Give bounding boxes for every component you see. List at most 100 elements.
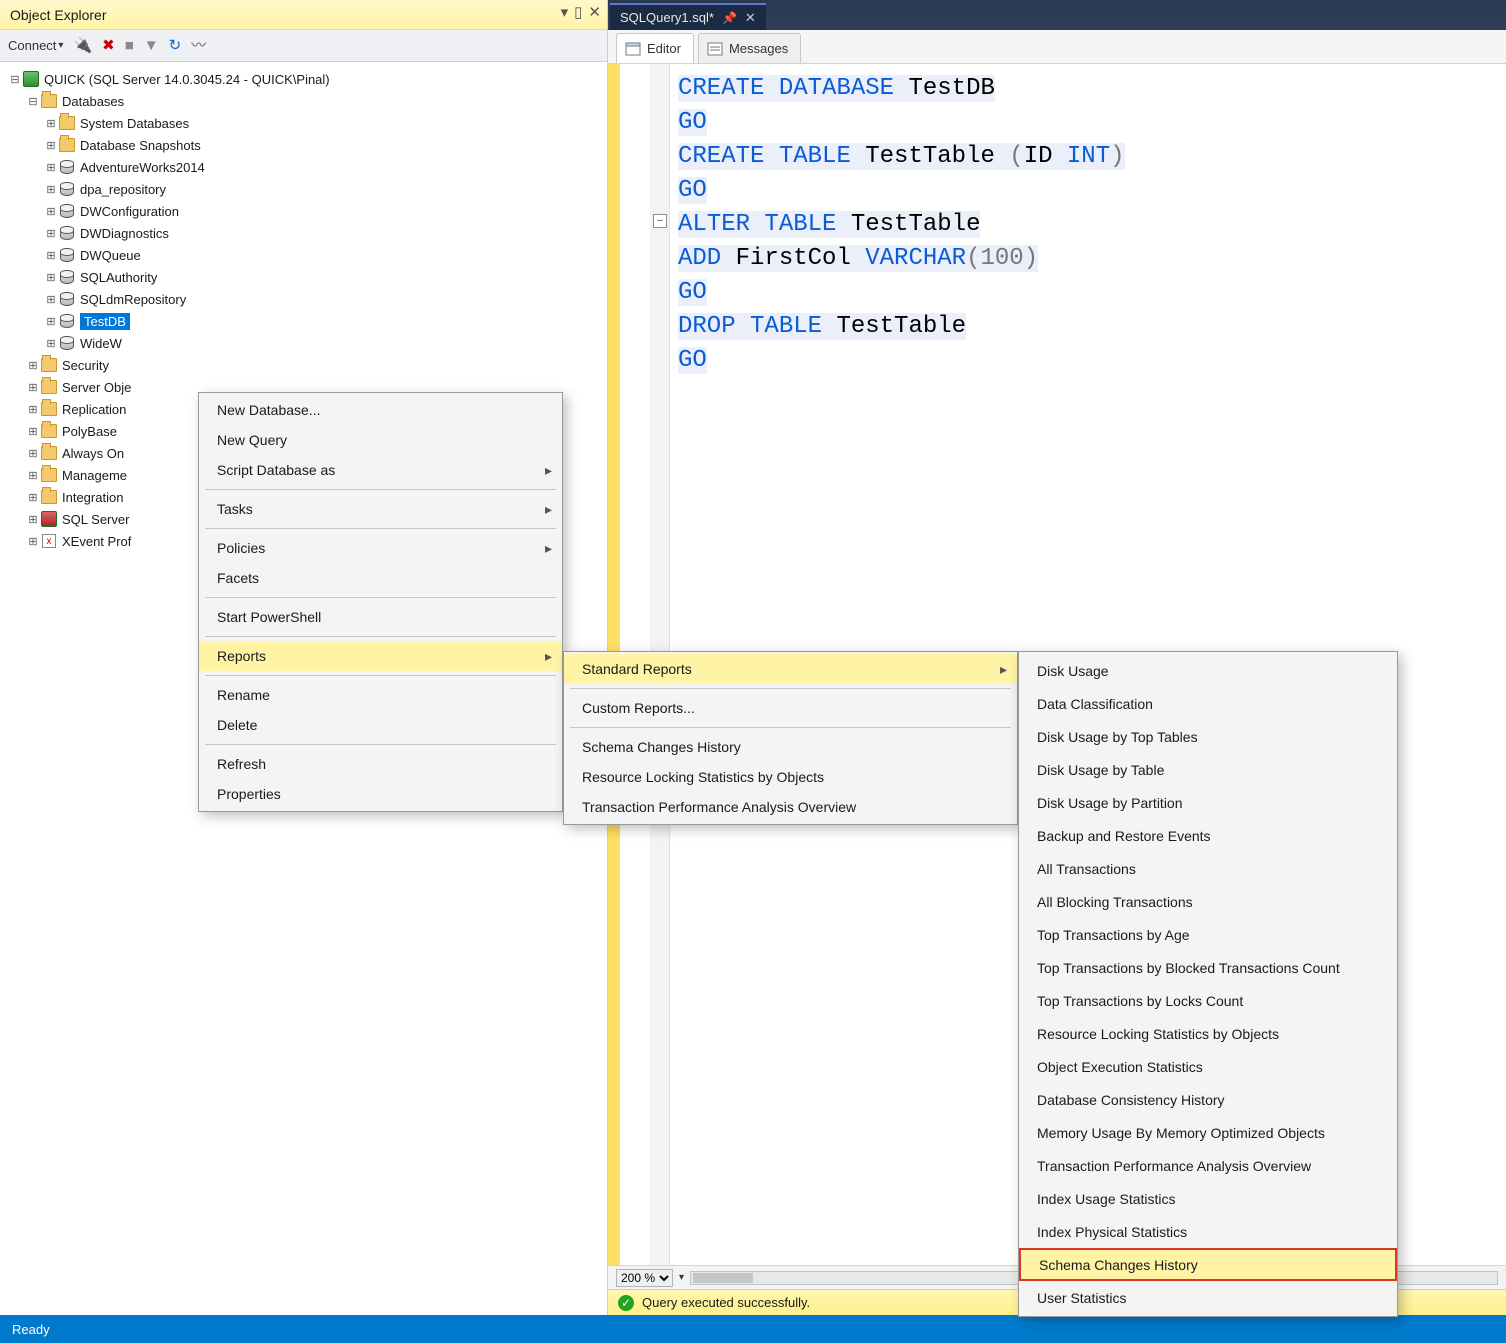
connect-button[interactable]: Connect ▾ bbox=[8, 38, 63, 53]
activity-icon[interactable]: 〰 bbox=[191, 38, 206, 53]
expand-icon[interactable]: ⊞ bbox=[26, 447, 40, 460]
menu-item[interactable]: New Database... bbox=[199, 395, 562, 425]
pin-icon[interactable]: ▯ bbox=[574, 5, 582, 20]
menu-item[interactable]: User Statistics bbox=[1019, 1281, 1397, 1314]
expand-icon[interactable]: ⊞ bbox=[44, 117, 58, 130]
expand-icon[interactable]: ⊞ bbox=[26, 513, 40, 526]
menu-item[interactable]: Index Usage Statistics bbox=[1019, 1182, 1397, 1215]
tree-icon bbox=[58, 246, 76, 264]
expand-icon[interactable]: ⊞ bbox=[44, 293, 58, 306]
menu-item[interactable]: Top Transactions by Locks Count bbox=[1019, 984, 1397, 1017]
menu-item[interactable]: Schema Changes History bbox=[564, 732, 1017, 762]
menu-item[interactable]: Script Database as bbox=[199, 455, 562, 485]
document-close-icon[interactable]: ✕ bbox=[745, 10, 756, 26]
fold-toggle[interactable]: − bbox=[653, 214, 667, 228]
context-menu-standard-reports[interactable]: Disk UsageData ClassificationDisk Usage … bbox=[1018, 651, 1398, 1317]
tree-label: Database Snapshots bbox=[80, 138, 201, 153]
expand-icon[interactable]: ⊞ bbox=[44, 227, 58, 240]
vs-status-bar: Ready bbox=[0, 1315, 1506, 1343]
expand-icon[interactable]: ⊞ bbox=[26, 491, 40, 504]
tree-node[interactable]: ⊞SQLAuthority bbox=[4, 266, 603, 288]
expand-icon[interactable]: ⊞ bbox=[44, 315, 58, 328]
menu-item[interactable]: Top Transactions by Age bbox=[1019, 918, 1397, 951]
zoom-select[interactable]: 200 % bbox=[616, 1269, 673, 1287]
refresh-icon[interactable]: ↻ bbox=[169, 38, 182, 53]
menu-item[interactable]: Facets bbox=[199, 563, 562, 593]
tree-node[interactable]: ⊞Security bbox=[4, 354, 603, 376]
expand-icon[interactable]: ⊞ bbox=[26, 535, 40, 548]
menu-item[interactable]: Reports bbox=[199, 641, 562, 671]
context-menu-reports[interactable]: Standard Reports Custom Reports... Schema … bbox=[563, 651, 1018, 825]
expand-icon[interactable]: ⊞ bbox=[26, 403, 40, 416]
tree-icon bbox=[40, 444, 58, 462]
expand-icon[interactable]: ⊞ bbox=[44, 161, 58, 174]
menu-item[interactable]: Disk Usage by Table bbox=[1019, 753, 1397, 786]
tab-messages[interactable]: Messages bbox=[698, 33, 801, 63]
expand-icon[interactable]: ⊟ bbox=[8, 73, 22, 86]
menu-item[interactable]: Transaction Performance Analysis Overvie… bbox=[1019, 1149, 1397, 1182]
menu-item[interactable]: Resource Locking Statistics by Objects bbox=[564, 762, 1017, 792]
document-tab[interactable]: SQLQuery1.sql* 📌 ✕ bbox=[610, 3, 766, 30]
close-icon[interactable]: ✕ bbox=[588, 5, 601, 20]
expand-icon[interactable]: ⊞ bbox=[44, 205, 58, 218]
menu-item[interactable]: Delete bbox=[199, 710, 562, 740]
menu-item[interactable]: Rename bbox=[199, 680, 562, 710]
inner-tabstrip: Editor Messages bbox=[608, 30, 1506, 64]
filter-icon[interactable]: ▼ bbox=[144, 38, 159, 53]
doc-pin-icon[interactable]: 📌 bbox=[722, 11, 737, 25]
expand-icon[interactable]: ⊞ bbox=[44, 139, 58, 152]
connect-icon[interactable]: 🔌 bbox=[73, 38, 92, 53]
menu-item[interactable]: Backup and Restore Events bbox=[1019, 819, 1397, 852]
expand-icon[interactable]: ⊞ bbox=[26, 425, 40, 438]
menu-item[interactable]: Start PowerShell bbox=[199, 602, 562, 632]
tree-node[interactable]: ⊞WideW bbox=[4, 332, 603, 354]
expand-icon[interactable]: ⊞ bbox=[26, 359, 40, 372]
context-menu-database[interactable]: New Database...New QueryScript Database … bbox=[198, 392, 563, 812]
menu-item[interactable]: Top Transactions by Blocked Transactions… bbox=[1019, 951, 1397, 984]
expand-icon[interactable]: ⊟ bbox=[26, 95, 40, 108]
menu-item[interactable]: New Query bbox=[199, 425, 562, 455]
stop-icon[interactable]: ■ bbox=[125, 38, 134, 53]
menu-item[interactable]: Database Consistency History bbox=[1019, 1083, 1397, 1116]
tree-node[interactable]: ⊞SQLdmRepository bbox=[4, 288, 603, 310]
tree-node[interactable]: ⊞TestDB bbox=[4, 310, 603, 332]
menu-item[interactable]: Refresh bbox=[199, 749, 562, 779]
menu-item[interactable]: All Blocking Transactions bbox=[1019, 885, 1397, 918]
disconnect-icon[interactable]: ✖ bbox=[102, 38, 115, 53]
menu-item[interactable]: Schema Changes History bbox=[1019, 1248, 1397, 1281]
menu-item[interactable]: Data Classification bbox=[1019, 687, 1397, 720]
tree-node[interactable]: ⊞ Database Snapshots bbox=[4, 134, 603, 156]
menu-item[interactable]: Disk Usage by Top Tables bbox=[1019, 720, 1397, 753]
menu-item[interactable]: Disk Usage bbox=[1019, 654, 1397, 687]
expand-icon[interactable]: ⊞ bbox=[44, 271, 58, 284]
tree-node[interactable]: ⊞AdventureWorks2014 bbox=[4, 156, 603, 178]
menu-item[interactable]: Properties bbox=[199, 779, 562, 809]
tree-node[interactable]: ⊞ dpa_repository bbox=[4, 178, 603, 200]
expand-icon[interactable]: ⊞ bbox=[44, 337, 58, 350]
tab-editor[interactable]: Editor bbox=[616, 33, 694, 63]
tree-node[interactable]: ⊞System Databases bbox=[4, 112, 603, 134]
menu-item[interactable]: All Transactions bbox=[1019, 852, 1397, 885]
menu-item[interactable]: Tasks bbox=[199, 494, 562, 524]
menu-item[interactable]: Object Execution Statistics bbox=[1019, 1050, 1397, 1083]
expand-icon[interactable]: ⊞ bbox=[44, 249, 58, 262]
tree-node[interactable]: ⊞DWConfiguration bbox=[4, 200, 603, 222]
expand-icon[interactable]: ⊞ bbox=[26, 469, 40, 482]
expand-icon[interactable]: ⊞ bbox=[44, 183, 58, 196]
menu-item[interactable]: Memory Usage By Memory Optimized Objects bbox=[1019, 1116, 1397, 1149]
menu-item[interactable]: Resource Locking Statistics by Objects bbox=[1019, 1017, 1397, 1050]
menu-item[interactable]: Standard Reports bbox=[564, 654, 1017, 684]
expand-icon[interactable]: ⊞ bbox=[26, 381, 40, 394]
tree-node[interactable]: ⊞DWDiagnostics bbox=[4, 222, 603, 244]
dropdown-icon[interactable]: ▾ bbox=[561, 5, 569, 20]
success-icon: ✓ bbox=[618, 1295, 634, 1311]
menu-item[interactable]: Custom Reports... bbox=[564, 693, 1017, 723]
tree-node[interactable]: ⊟QUICK (SQL Server 14.0.3045.24 - QUICK\… bbox=[4, 68, 603, 90]
menu-item[interactable]: Index Physical Statistics bbox=[1019, 1215, 1397, 1248]
menu-item[interactable]: Disk Usage by Partition bbox=[1019, 786, 1397, 819]
tree-node[interactable]: ⊟Databases bbox=[4, 90, 603, 112]
tree-node[interactable]: ⊞DWQueue bbox=[4, 244, 603, 266]
menu-item[interactable]: Transaction Performance Analysis Overvie… bbox=[564, 792, 1017, 822]
menu-item[interactable]: Policies bbox=[199, 533, 562, 563]
tree-label: dpa_repository bbox=[80, 182, 166, 197]
